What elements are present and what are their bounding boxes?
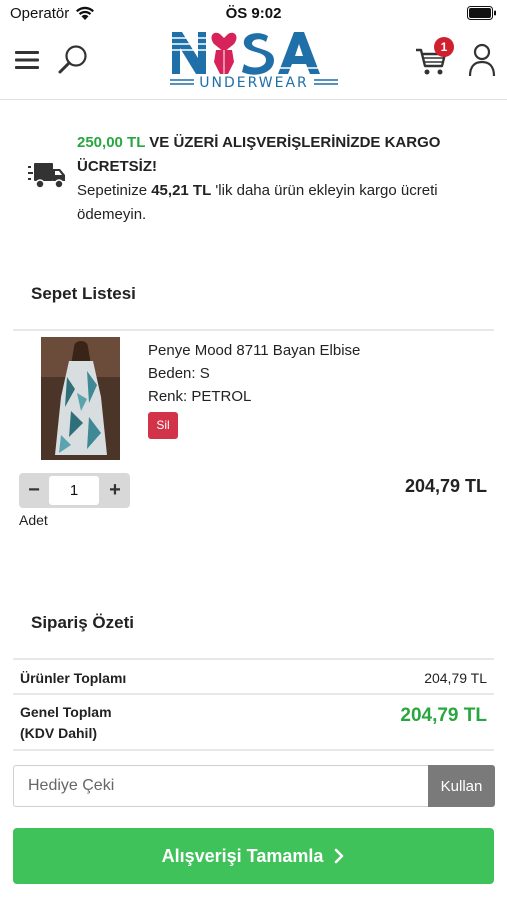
product-image[interactable] (41, 337, 120, 460)
grand-total-label-line2: (KDV Dahil) (20, 725, 97, 741)
shipping-line-prefix: Sepetinize (77, 182, 152, 199)
product-size: Beden: S (148, 365, 210, 382)
account-button[interactable] (466, 42, 498, 78)
search-button[interactable] (55, 42, 91, 78)
grand-total-value: 204,79 TL (400, 705, 487, 726)
delivery-truck-icon (28, 163, 65, 189)
cart-divider (13, 329, 494, 331)
status-bar: Operatör ÖS 9:02 (0, 0, 507, 28)
search-icon (58, 45, 87, 74)
item-price: 204,79 TL (404, 476, 487, 496)
complete-purchase-button[interactable]: Alışverişi Tamamla (13, 828, 494, 884)
shipping-remaining-amount: 45,21 TL (151, 182, 212, 199)
cart-button[interactable]: 1 (414, 37, 456, 80)
product-info: Penye Mood 8711 Bayan Elbise Beden: S Re… (148, 339, 360, 408)
app-header: UNDERWEAR 1 (0, 28, 507, 100)
apply-voucher-button[interactable]: Kullan (428, 765, 495, 807)
delete-item-button[interactable]: Sil (148, 412, 178, 439)
cart-count-badge: 1 (434, 37, 454, 57)
grand-total-row: Genel Toplam (KDV Dahil) 204,79 TL (13, 697, 494, 751)
logo-subtitle: UNDERWEAR (199, 75, 309, 91)
user-icon (468, 43, 496, 77)
quantity-stepper: − 1 + (19, 473, 130, 508)
cart-list-title: Sepet Listesi (31, 284, 136, 303)
brand-logo[interactable]: UNDERWEAR (168, 28, 340, 98)
free-shipping-text: 250,00 TL VE ÜZERİ ALIŞVERİŞLERİNİZDE KA… (77, 131, 497, 227)
complete-purchase-label: Alışverişi Tamamla (161, 845, 324, 866)
quantity-value[interactable]: 1 (49, 476, 99, 505)
subtotal-value: 204,79 TL (424, 670, 487, 686)
increment-button[interactable]: + (100, 473, 130, 508)
chevron-right-icon (335, 848, 344, 864)
dress-photo-icon (41, 337, 120, 460)
grand-total-label: Genel Toplam (KDV Dahil) (20, 702, 112, 744)
clock: ÖS 9:02 (225, 5, 282, 22)
hamburger-icon (15, 51, 39, 69)
order-summary-title: Sipariş Özeti (31, 613, 134, 632)
grand-total-label-line1: Genel Toplam (20, 704, 112, 720)
decrement-button[interactable]: − (19, 473, 49, 508)
quantity-label: Adet (19, 512, 48, 528)
menu-button[interactable] (14, 46, 42, 74)
shipping-threshold: 250,00 TL (77, 134, 146, 151)
gift-voucher-input[interactable] (13, 765, 429, 807)
battery-icon (467, 6, 496, 20)
subtotal-label: Ürünler Toplamı (20, 670, 127, 686)
subtotal-row: Ürünler Toplamı 204,79 TL (13, 660, 494, 695)
gift-voucher-form: Kullan (13, 765, 495, 807)
free-shipping-notice: 250,00 TL VE ÜZERİ ALIŞVERİŞLERİNİZDE KA… (0, 100, 507, 240)
product-name[interactable]: Penye Mood 8711 Bayan Elbise (148, 339, 360, 362)
product-color: Renk: PETROL (148, 388, 252, 405)
